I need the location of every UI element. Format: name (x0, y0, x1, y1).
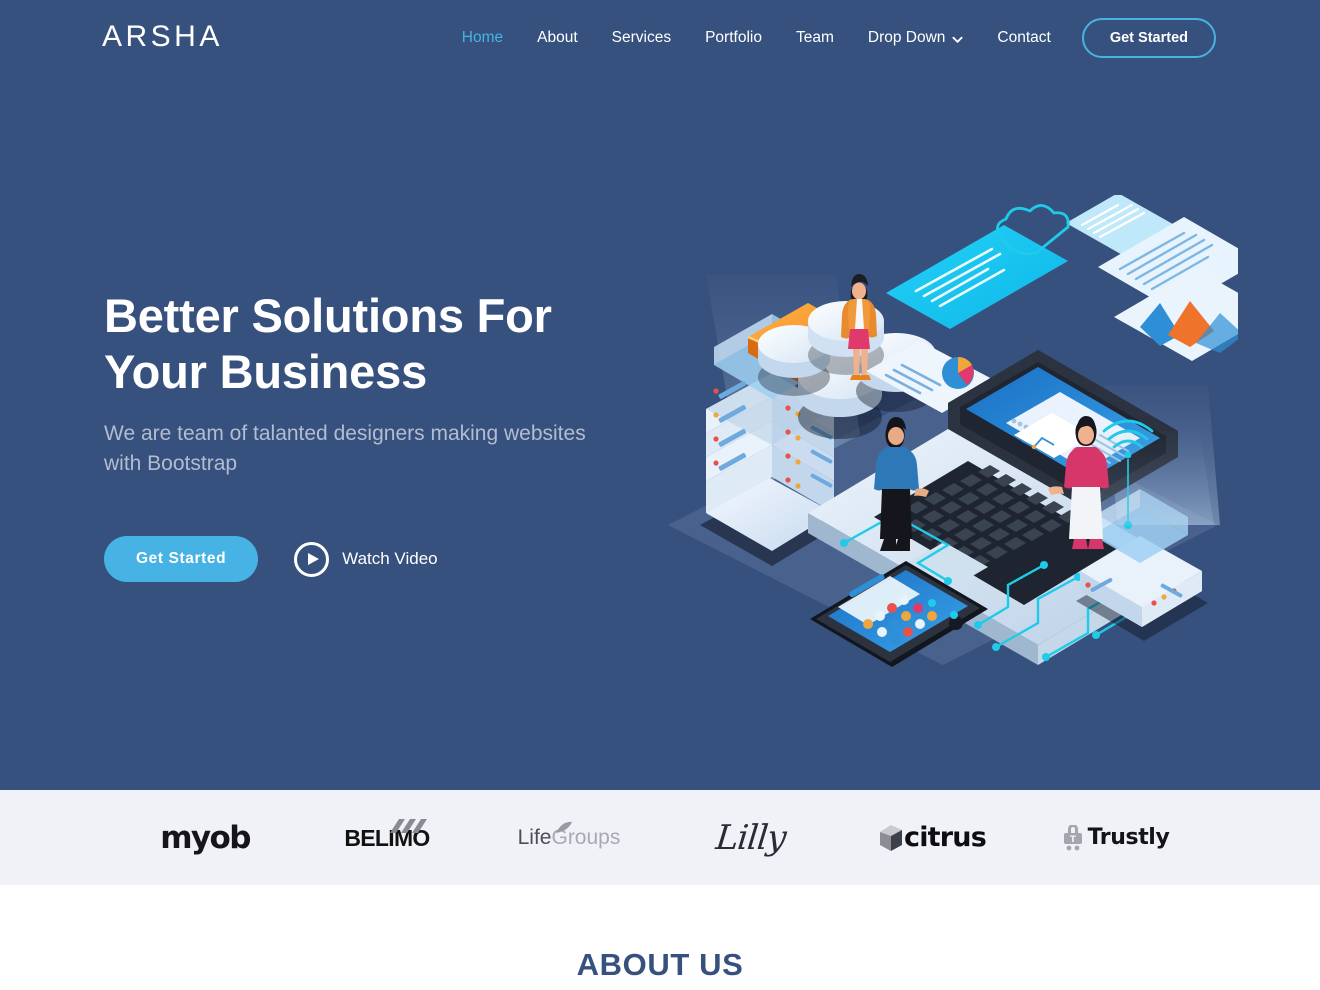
clients-list: myob BELIMO LifeGroups Lilly citrus T Tr… (90, 808, 1230, 868)
client-logo-lilly[interactable]: Lilly (660, 808, 842, 868)
nav-item-portfolio[interactable]: Portfolio (688, 19, 779, 57)
nav-item-contact[interactable]: Contact (980, 19, 1067, 57)
nav-item-team[interactable]: Team (779, 19, 851, 57)
belimo-slashes-icon (389, 813, 430, 833)
nav-item-about[interactable]: About (520, 19, 595, 57)
client-logo-citrus-label: citrus (880, 821, 987, 853)
chevron-down-icon (952, 34, 963, 45)
hero-content: Better Solutions For Your Business We ar… (104, 288, 624, 582)
lifegroups-text-dark: Life (517, 825, 552, 849)
trustly-text: Trustly (1087, 824, 1170, 850)
nav-item-drop-down[interactable]: Drop Down (851, 19, 981, 57)
hero-title-line1: Better Solutions For (104, 289, 552, 342)
site-header: ARSHA Home About Services Portfolio Team… (0, 0, 1320, 74)
clients-section: myob BELIMO LifeGroups Lilly citrus T Tr… (0, 790, 1320, 885)
hero-title-line2: Your Business (104, 345, 428, 398)
nav-item-drop-down-label: Drop Down (867, 29, 946, 46)
client-logo-belimo[interactable]: BELIMO (296, 808, 478, 868)
hero-title: Better Solutions For Your Business (104, 288, 624, 400)
client-logo-lifegroups-label: LifeGroups (517, 821, 620, 850)
client-logo-myob-label: myob (160, 819, 251, 856)
site-logo[interactable]: ARSHA (102, 20, 223, 54)
nav-item-services[interactable]: Services (595, 19, 688, 57)
cart-lock-icon: T (1061, 823, 1085, 851)
client-logo-trustly[interactable]: T Trustly (1024, 808, 1206, 868)
hero-section: ARSHA Home About Services Portfolio Team… (0, 0, 1320, 790)
page-root: ARSHA Home About Services Portfolio Team… (0, 0, 1320, 990)
leaf-icon (554, 817, 574, 833)
svg-text:T: T (1070, 835, 1077, 845)
hero-illustration (648, 195, 1238, 695)
play-circle-icon (294, 541, 330, 577)
client-logo-belimo-label: BELIMO (344, 818, 430, 850)
watch-video-label: Watch Video (342, 549, 438, 568)
header-get-started-button[interactable]: Get Started (1081, 18, 1216, 58)
about-heading: ABOUT US (576, 947, 744, 982)
hero-actions: Get Started Watch Video (104, 536, 624, 582)
hero-get-started-button[interactable]: Get Started (104, 536, 259, 582)
client-logo-lilly-label: Lilly (714, 817, 788, 858)
hero-subtitle: We are team of talanted designers making… (104, 422, 586, 475)
about-section: ABOUT US (0, 885, 1320, 990)
nav-item-home[interactable]: Home (445, 19, 520, 57)
client-logo-lifegroups[interactable]: LifeGroups (478, 808, 660, 868)
citrus-text: citrus (904, 821, 987, 853)
client-logo-citrus[interactable]: citrus (842, 808, 1024, 868)
client-logo-trustly-label: T Trustly (1061, 823, 1170, 851)
main-navigation: Home About Services Portfolio Team Drop … (445, 18, 1216, 58)
watch-video-button[interactable]: Watch Video (294, 541, 438, 577)
citrus-mark-icon (880, 823, 902, 853)
client-logo-myob[interactable]: myob (114, 808, 296, 868)
